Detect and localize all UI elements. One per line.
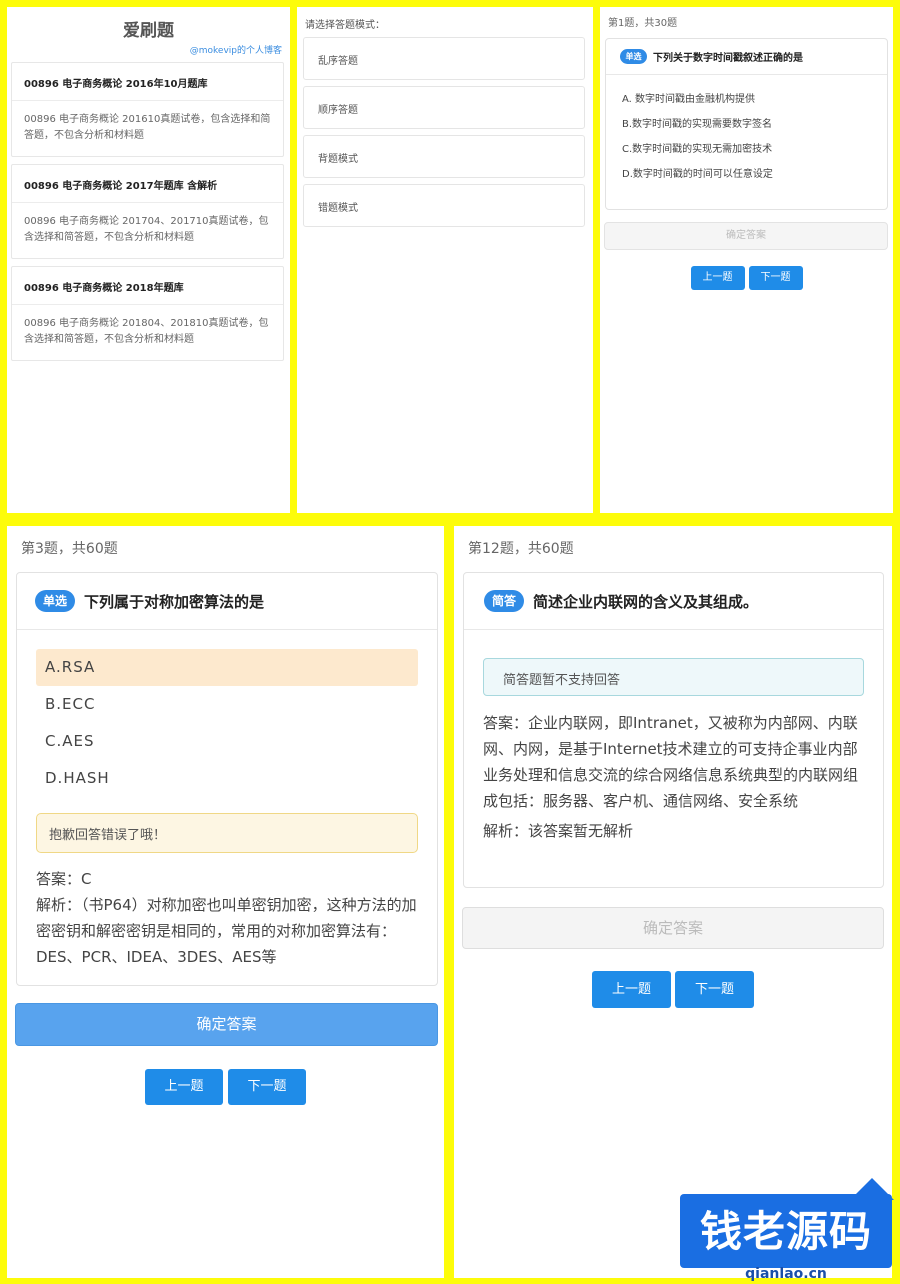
watermark-text: 钱老源码	[699, 1207, 872, 1256]
author-link[interactable]: @mokevip的个人博客	[7, 43, 290, 56]
nav-buttons: 上一题 下一题	[7, 1069, 444, 1105]
bank-card[interactable]: 00896 电子商务概论 2016年10月题库 00896 电子商务概论 201…	[11, 62, 284, 157]
question-header: 单选 下列属于对称加密算法的是	[17, 573, 437, 630]
question-counter: 第1题，共30题	[608, 18, 678, 29]
bank-card[interactable]: 00896 电子商务概论 2018年题库 00896 电子商务概论 201804…	[11, 266, 284, 361]
option-b[interactable]: B.ECC	[36, 686, 418, 723]
question-type-badge: 简答	[484, 590, 524, 612]
question-text: 下列关于数字时间戳叙述正确的是	[653, 53, 803, 64]
analysis-text: 解析：（书P64）对称加密也叫单密钥加密，这种方法的加密密钥和解密密钥是相同的，…	[36, 896, 417, 966]
question-panel-3: 第3题，共60题 单选 下列属于对称加密算法的是 A.RSA B.ECC C.A…	[7, 526, 444, 1278]
mode-prompt: 请选择答题模式：	[305, 20, 385, 31]
question-type-badge: 单选	[35, 590, 75, 612]
confirm-answer-button[interactable]: 确定答案	[15, 1003, 438, 1046]
unsupported-notice: 简答题暂不支持回答	[483, 658, 864, 696]
question-type-badge: 单选	[620, 49, 647, 64]
question-card: 简答 简述企业内联网的含义及其组成。 简答题暂不支持回答 答案：企业内联网，即I…	[463, 572, 884, 888]
question-card: 单选 下列关于数字时间戳叙述正确的是 A. 数字时间戳由金融机构提供 B.数字时…	[605, 38, 888, 210]
bank-desc: 00896 电子商务概论 201804、201810真题试卷，包含选择和简答题，…	[24, 318, 269, 345]
question-header: 单选 下列关于数字时间戳叙述正确的是	[606, 39, 887, 75]
error-message: 抱歉回答错误了哦！	[36, 813, 418, 853]
option-d[interactable]: D.HASH	[36, 760, 418, 797]
prev-question-button[interactable]: 上一题	[145, 1069, 223, 1105]
mode-random[interactable]: 乱序答题	[303, 37, 585, 80]
bank-card[interactable]: 00896 电子商务概论 2017年题库 含解析 00896 电子商务概论 20…	[11, 164, 284, 259]
bank-title[interactable]: 00896 电子商务概论 2016年10月题库	[12, 63, 283, 101]
bank-desc: 00896 电子商务概论 201704、201710真题试卷，包含选择和简答题，…	[24, 216, 269, 243]
next-question-button[interactable]: 下一题	[675, 971, 754, 1008]
prev-question-button[interactable]: 上一题	[592, 971, 671, 1008]
nav-buttons: 上一题 下一题	[454, 971, 892, 1008]
question-panel-1: 第1题，共30题 单选 下列关于数字时间戳叙述正确的是 A. 数字时间戳由金融机…	[600, 7, 893, 513]
mode-memorize[interactable]: 背题模式	[303, 135, 585, 178]
confirm-answer-button[interactable]: 确定答案	[462, 907, 884, 949]
option-b[interactable]: B.数字时间戳的实现需要数字签名	[622, 115, 873, 140]
answer-text: 答案：C	[36, 870, 92, 888]
watermark-domain: qianlao.cn	[745, 1266, 827, 1282]
question-text: 简述企业内联网的含义及其组成。	[533, 592, 759, 611]
answer-text: 答案：企业内联网，即Intranet，又被称为内部网、内联网、内网，是基于Int…	[483, 714, 859, 810]
question-counter: 第12题，共60题	[468, 541, 574, 557]
question-panel-12: 第12题，共60题 简答 简述企业内联网的含义及其组成。 简答题暂不支持回答 答…	[454, 526, 892, 1278]
question-text: 下列属于对称加密算法的是	[84, 592, 265, 611]
prev-question-button[interactable]: 上一题	[690, 266, 745, 290]
bank-list-panel: 爱刷题 @mokevip的个人博客 00896 电子商务概论 2016年10月题…	[7, 7, 290, 513]
option-list: A. 数字时间戳由金融机构提供 B.数字时间戳的实现需要数字签名 C.数字时间戳…	[606, 75, 887, 190]
question-header: 简答 简述企业内联网的含义及其组成。	[464, 573, 883, 630]
bank-desc: 00896 电子商务概论 201610真题试卷，包含选择和简答题，不包含分析和材…	[24, 114, 271, 141]
mode-mistakes[interactable]: 错题模式	[303, 184, 585, 227]
next-question-button[interactable]: 下一题	[228, 1069, 306, 1105]
question-counter: 第3题，共60题	[21, 541, 118, 557]
mode-select-panel: 请选择答题模式： 乱序答题 顺序答题 背题模式 错题模式	[297, 7, 593, 513]
option-a-selected[interactable]: A.RSA	[36, 649, 418, 686]
next-question-button[interactable]: 下一题	[748, 266, 803, 290]
option-list: A.RSA B.ECC C.AES D.HASH	[17, 630, 437, 797]
mode-sequential[interactable]: 顺序答题	[303, 86, 585, 129]
option-d[interactable]: D.数字时间戳的时间可以任意设定	[622, 165, 873, 190]
option-c[interactable]: C.AES	[36, 723, 418, 760]
app-title: 爱刷题	[123, 21, 174, 41]
bank-title[interactable]: 00896 电子商务概论 2017年题库 含解析	[12, 165, 283, 203]
nav-buttons: 上一题 下一题	[600, 266, 893, 290]
bank-title[interactable]: 00896 电子商务概论 2018年题库	[12, 267, 283, 305]
option-a[interactable]: A. 数字时间戳由金融机构提供	[622, 90, 873, 115]
confirm-answer-button[interactable]: 确定答案	[604, 222, 888, 250]
question-card: 单选 下列属于对称加密算法的是 A.RSA B.ECC C.AES D.HASH…	[16, 572, 438, 986]
analysis-text: 解析：该答案暂无解析	[483, 822, 634, 840]
option-c[interactable]: C.数字时间戳的实现无需加密技术	[622, 140, 873, 165]
watermark-logo: 钱老源码 qianlao.cn	[680, 1178, 900, 1284]
